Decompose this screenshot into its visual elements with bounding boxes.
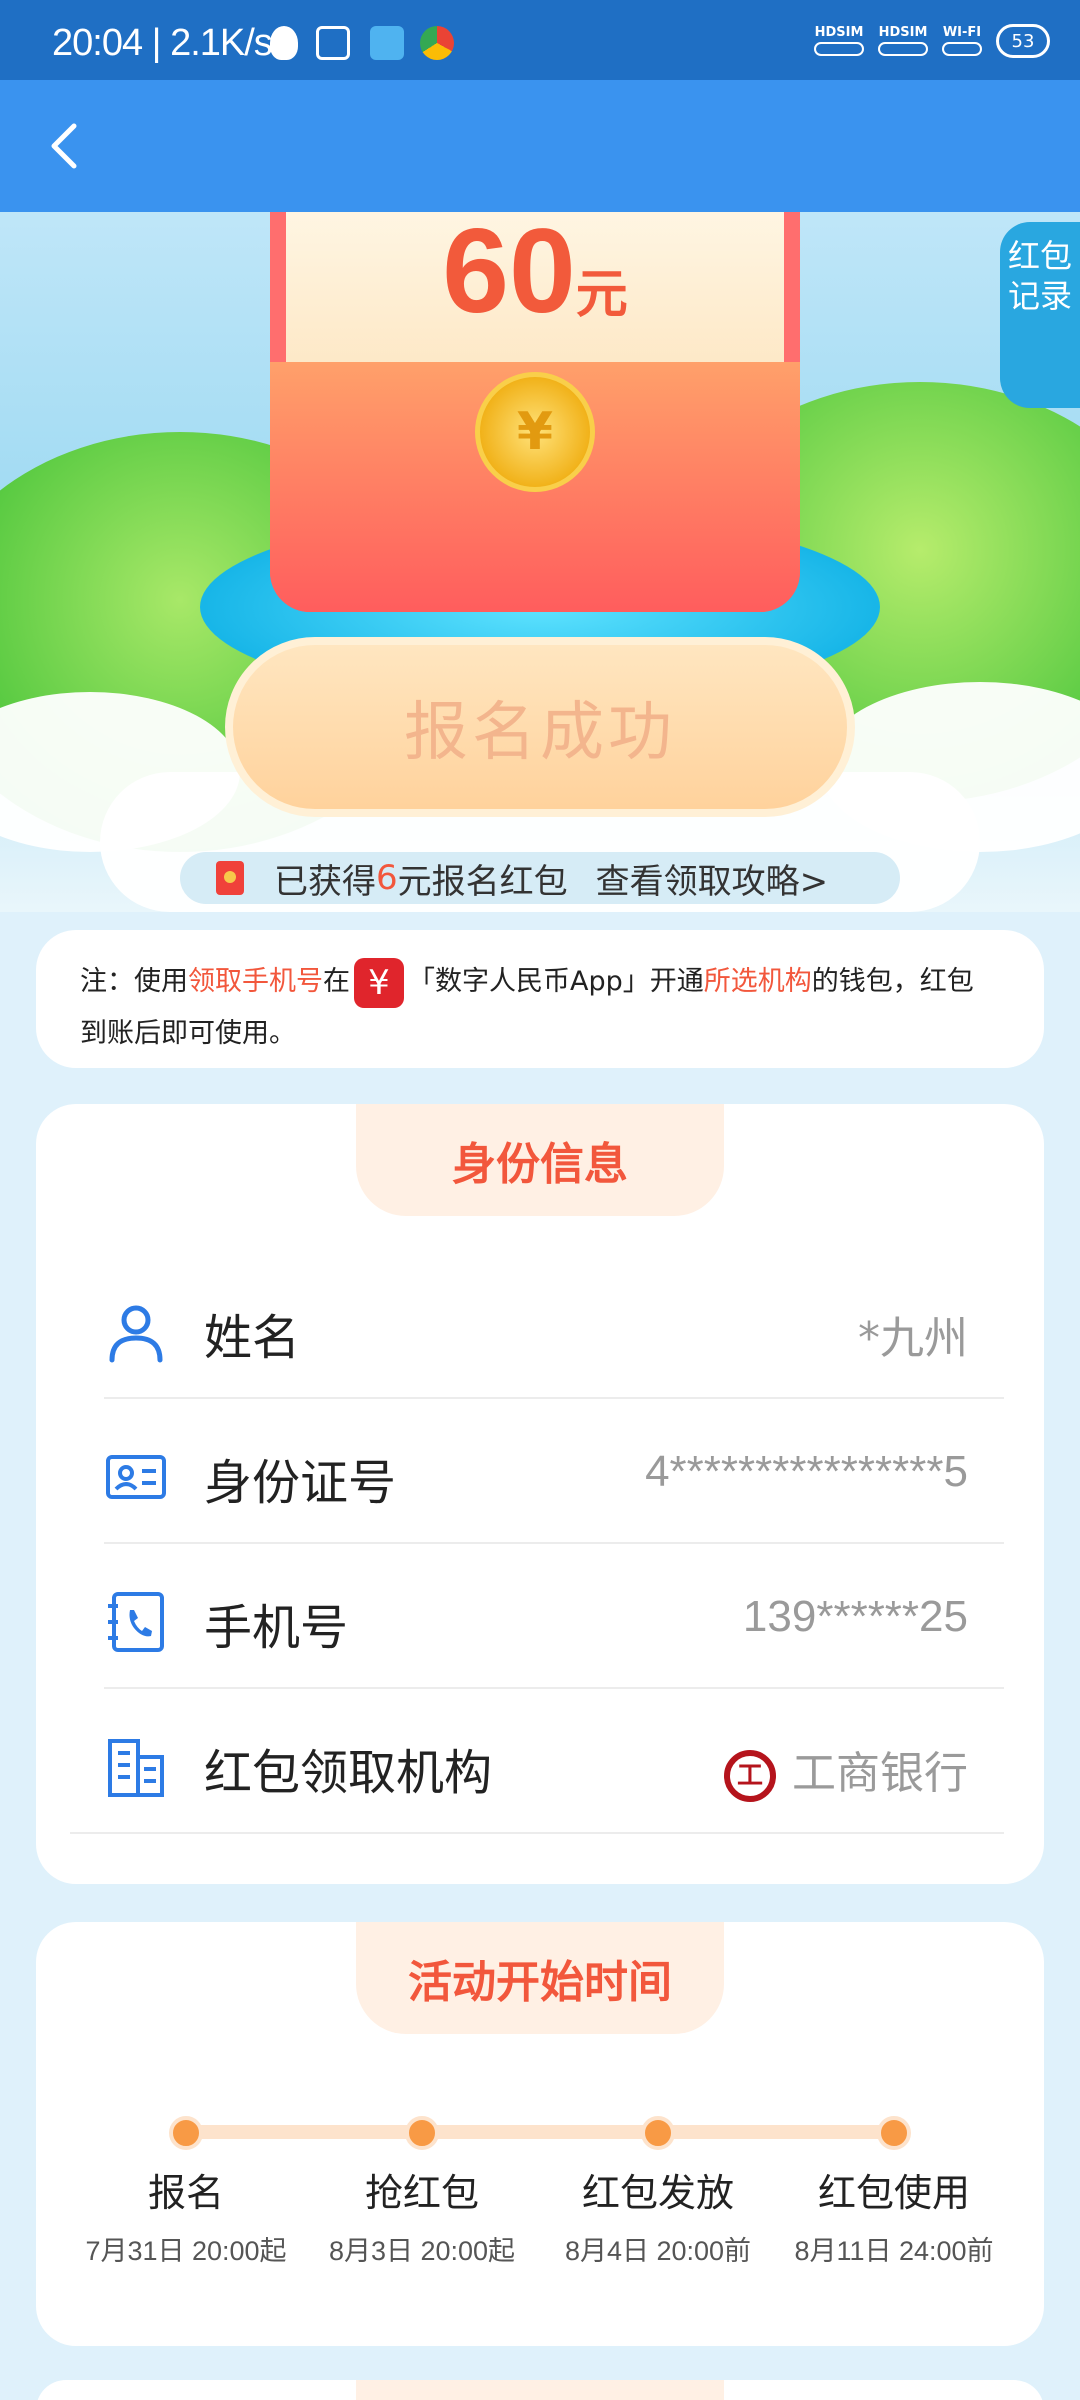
status-bar: 20:04 | 2.1K/s HDSIM HDSIM WI-FI 53 bbox=[0, 0, 1080, 80]
timeline-dot bbox=[405, 2116, 439, 2150]
phone-row: 手机号 139******25 bbox=[104, 1544, 1004, 1689]
identity-card: 身份信息 姓名 *九州 身份证号 4****************5 手机号 … bbox=[36, 1104, 1044, 1884]
timeline-step-distribute: 红包发放 8月4日 20:00前 bbox=[564, 2171, 752, 2266]
phone-value: 139******25 bbox=[742, 1592, 968, 1641]
timeline-dot bbox=[641, 2116, 675, 2150]
id-number-value: 4****************5 bbox=[645, 1447, 968, 1496]
name-value: *九州 bbox=[858, 1313, 968, 1364]
battery-icon: 53 bbox=[996, 24, 1050, 58]
digital-rmb-coin-icon: ¥ bbox=[475, 372, 595, 492]
identity-section-title: 身份信息 bbox=[356, 1104, 724, 1216]
name-row: 姓名 *九州 bbox=[104, 1254, 1004, 1399]
id-number-label: 身份证号 bbox=[204, 1455, 397, 1511]
app-notification-icon bbox=[370, 26, 404, 60]
activity-time-card: 活动开始时间 报名 7月31日 20:00起 抢红包 8月3日 20:00起 红… bbox=[36, 1922, 1044, 2346]
nfc-icon bbox=[316, 26, 350, 60]
timeline-dot bbox=[169, 2116, 203, 2150]
digital-rmb-app-icon: ¥ bbox=[354, 957, 404, 1008]
institution-label: 红包领取机构 bbox=[204, 1745, 493, 1801]
red-envelope-amount: 60元 bbox=[442, 212, 628, 338]
earned-banner[interactable]: 已获得 6 元报名红包 查看领取攻略> bbox=[180, 852, 900, 904]
institution-row[interactable]: 红包领取机构 工工商银行 bbox=[70, 1689, 1004, 1834]
sim1-signal-icon: HDSIM bbox=[814, 26, 864, 56]
icbc-logo-icon: 工 bbox=[724, 1750, 776, 1802]
sim2-signal-icon: HDSIM bbox=[878, 26, 928, 56]
id-number-row: 身份证号 4****************5 bbox=[104, 1399, 1004, 1544]
red-envelope-record-tab[interactable]: 红包记录 bbox=[1000, 222, 1080, 408]
browser-icon bbox=[420, 26, 454, 60]
red-envelope: 60元 ¥ bbox=[270, 212, 800, 612]
status-time: 20:04 | 2.1K/s bbox=[52, 22, 273, 64]
id-card-icon bbox=[106, 1455, 166, 1499]
name-label: 姓名 bbox=[204, 1310, 301, 1366]
wifi-icon: WI-FI bbox=[942, 26, 982, 56]
user-icon bbox=[109, 1305, 163, 1363]
back-arrow-icon[interactable] bbox=[38, 118, 94, 174]
hero-banner: 60元 ¥ 报名成功 bbox=[0, 212, 1080, 912]
activity-time-title: 活动开始时间 bbox=[356, 1922, 724, 2034]
next-section-card bbox=[36, 2380, 1044, 2400]
building-icon bbox=[108, 1739, 164, 1797]
timeline-track bbox=[186, 2125, 896, 2139]
note-card: 注：使用领取手机号在 ¥ 「数字人民币App」开通所选机构的钱包，红包到账后即可使用… bbox=[36, 930, 1044, 1068]
timeline-step-signup: 报名 7月31日 20:00起 bbox=[85, 2171, 287, 2266]
timeline-step-use: 红包使用 8月11日 24:00前 bbox=[794, 2171, 994, 2266]
view-guide-link[interactable]: 查看领取攻略> bbox=[596, 854, 829, 903]
timeline-dot bbox=[877, 2116, 911, 2150]
institution-value: 工工商银行 bbox=[724, 1737, 968, 1802]
qq-icon bbox=[270, 26, 298, 60]
timeline-step-grab: 抢红包 8月3日 20:00起 bbox=[328, 2171, 516, 2266]
phone-label: 手机号 bbox=[204, 1600, 349, 1656]
phone-book-icon bbox=[108, 1592, 164, 1652]
title-bar bbox=[0, 80, 1080, 212]
signup-success-button[interactable]: 报名成功 bbox=[225, 637, 855, 817]
red-packet-icon bbox=[216, 861, 244, 895]
